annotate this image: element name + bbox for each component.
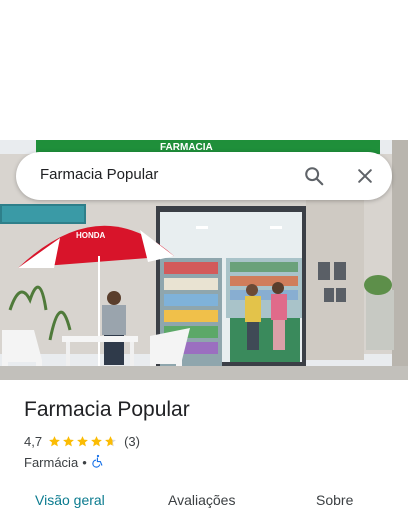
rating-row[interactable]: 4,7 (3) (24, 432, 140, 450)
separator-dot: • (82, 454, 87, 470)
rating-value: 4,7 (24, 433, 43, 449)
place-tabs: Visão geral Avaliações Sobre (0, 484, 408, 520)
star-icon (63, 435, 74, 446)
place-title: Farmacia Popular (24, 398, 190, 421)
umbrella-text: HONDA (76, 231, 106, 240)
category-row: Farmácia • (24, 453, 105, 471)
close-icon[interactable] (349, 160, 381, 192)
star-half-icon (105, 435, 116, 446)
search-bar[interactable]: Farmacia Popular (16, 152, 392, 200)
star-icon (77, 435, 88, 446)
star-icon (91, 435, 102, 446)
wheelchair-icon (91, 454, 105, 471)
place-category: Farmácia (24, 454, 79, 470)
search-input[interactable]: Farmacia Popular (40, 166, 158, 183)
tab-overview[interactable]: Visão geral (35, 492, 105, 508)
rating-stars (48, 435, 118, 448)
tab-about[interactable]: Sobre (316, 492, 353, 508)
tab-reviews[interactable]: Avaliações (168, 492, 235, 508)
search-icon[interactable] (298, 160, 330, 192)
review-count[interactable]: (3) (124, 434, 140, 449)
star-icon (49, 435, 60, 446)
